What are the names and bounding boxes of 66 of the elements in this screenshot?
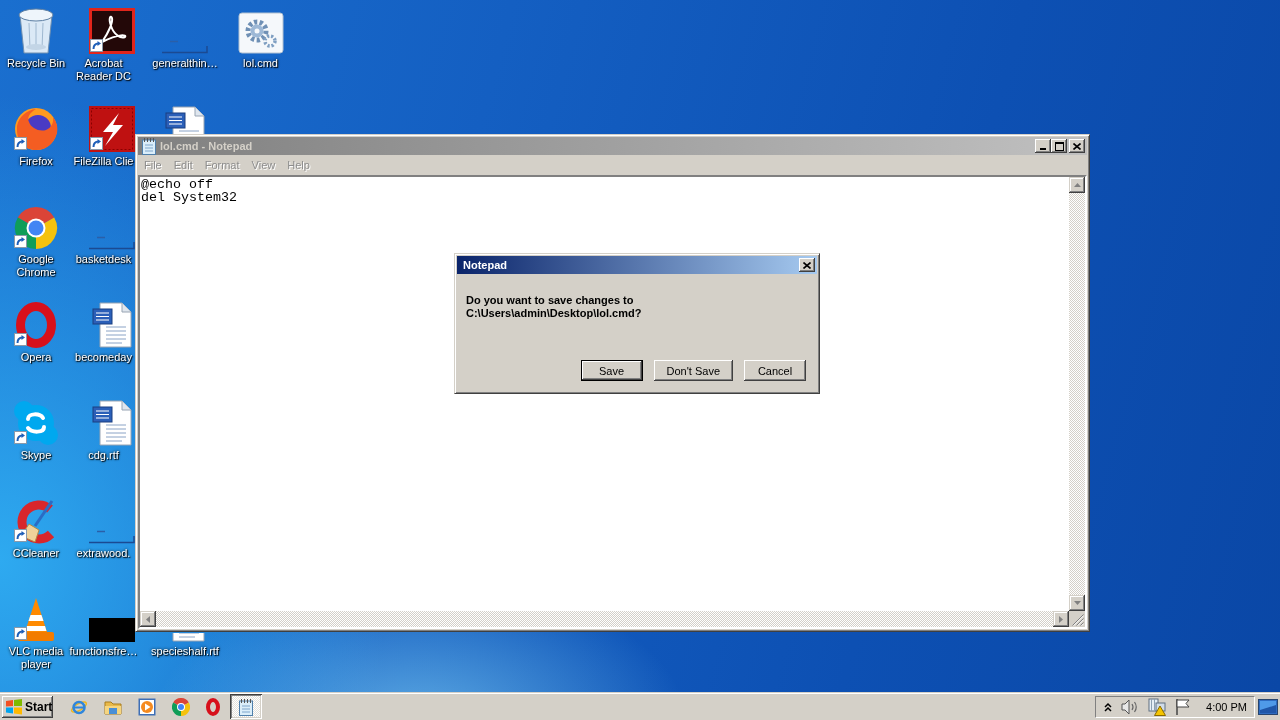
file-thumbnail-icon[interactable] [88,618,135,642]
opera-icon[interactable] [206,697,220,716]
notepad-icon [141,137,157,155]
document-icon[interactable] [91,400,132,446]
close-icon [803,261,811,269]
chevron-up-icon[interactable] [1104,701,1113,712]
scroll-down-button[interactable] [1069,595,1085,611]
desktop-icon-label[interactable]: Google Chrome [0,253,72,279]
dialog-button[interactable]: Don't Save [653,360,733,381]
windows-flag-icon [5,698,23,715]
up-arrow-icon [1073,183,1081,187]
scroll-up-button[interactable] [1069,177,1085,193]
show-desktop-icon[interactable] [1258,698,1278,715]
left-arrow-icon [146,615,150,623]
opera-icon[interactable] [16,302,56,348]
network-warning-icon[interactable] [1148,697,1167,716]
desktop-icon-label[interactable]: becomeday [75,351,132,364]
desktop-icon-label[interactable]: Acrobat Reader DC [72,57,135,83]
gear-file-icon[interactable] [237,12,284,54]
file-thumbnail-icon[interactable] [88,530,135,544]
filezilla-icon[interactable] [88,106,135,152]
flag-icon[interactable] [1175,697,1192,716]
scroll-right-button[interactable] [1053,611,1069,627]
chrome-icon[interactable] [172,697,190,716]
speaker-icon[interactable] [1121,698,1140,715]
dialog-button[interactable]: Save [580,360,643,381]
document-icon[interactable] [165,106,205,134]
desktop-icon-label[interactable]: Skype [20,449,52,462]
resize-grip-icon[interactable] [1072,614,1084,626]
desktop-icon-label[interactable]: Firefox [19,155,53,168]
acrobat-icon[interactable] [88,8,135,54]
file-thumbnail-icon[interactable] [162,40,208,54]
desktop-icon-label[interactable]: lol.cmd [243,57,278,70]
file-thumbnail-icon[interactable] [88,236,135,250]
document-icon[interactable] [91,302,132,348]
desktop-icon-label[interactable]: Recycle Bin [6,57,66,70]
vertical-scrollbar[interactable] [1069,177,1085,611]
maximize-icon [1054,141,1064,151]
start-button[interactable]: Start [2,695,53,718]
desktop-icon-label[interactable]: cdg.rtf [88,449,119,462]
clock-time[interactable]: 4:00 PM [1206,700,1247,713]
scroll-left-button[interactable] [140,611,156,627]
notepad-icon [238,697,254,716]
dialog-title: Notepad [463,259,507,271]
desktop-icon-label[interactable]: FileZilla Clie [73,155,134,168]
desktop-icon-label[interactable]: generalthin… [152,57,218,70]
close-icon [1073,142,1081,150]
chrome-icon[interactable] [14,206,58,250]
dialog-button[interactable]: Cancel [744,360,806,381]
taskbar-button[interactable] [230,694,262,719]
right-arrow-icon [1059,615,1063,623]
media-player-icon[interactable] [138,697,156,716]
recycle-bin-icon[interactable] [17,8,55,54]
desktop-icon-label[interactable]: specieshalf.rtf [151,645,219,658]
minimize-icon [1040,147,1046,150]
down-arrow-icon [1073,601,1081,605]
horizontal-scrollbar[interactable] [140,611,1069,627]
desktop-icon-label[interactable]: extrawood. [76,547,131,560]
window-title: lol.cmd - Notepad [160,140,253,152]
desktop-icon-label[interactable]: Opera [20,351,52,364]
dialog-message: Do you want to save changes to C:\Users\admin\Desktop\lol.cmd? [466,294,642,320]
dialog-close-button[interactable] [799,258,815,272]
desktop-icon-label[interactable]: functionsfre… [69,645,138,658]
desktop-icon-label[interactable]: CCleaner [12,547,60,560]
desktop-icon-label[interactable]: basketdesk [75,253,132,266]
firefox-icon[interactable] [13,106,59,152]
